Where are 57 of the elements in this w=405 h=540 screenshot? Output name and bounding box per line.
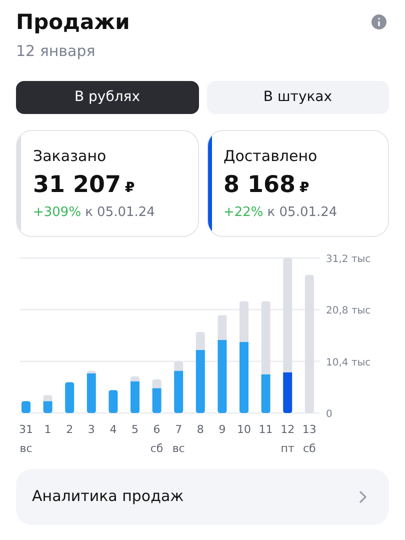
- date-subtitle: 12 января: [16, 41, 96, 62]
- delivered-bar[interactable]: [283, 372, 292, 412]
- tab[interactable]: В рублях: [16, 80, 198, 114]
- day-label: 10: [237, 422, 251, 436]
- ordered-bar[interactable]: [152, 378, 162, 388]
- ordered-bar[interactable]: [261, 300, 270, 374]
- ordered-bar[interactable]: [43, 394, 52, 401]
- ordered-bar[interactable]: [218, 314, 227, 340]
- day-label: 13 сб: [302, 422, 316, 454]
- delivered-bar[interactable]: [130, 380, 140, 412]
- delivered-bar[interactable]: [174, 370, 184, 412]
- card-label: Заказано: [33, 146, 108, 166]
- day-label: 3: [88, 422, 95, 436]
- stat-card[interactable]: Заказано 31 207 ₽ +309% к 05.01.24: [16, 130, 198, 236]
- delivered-bar[interactable]: [196, 349, 205, 412]
- change-percent: +309%: [33, 204, 82, 222]
- stat-card[interactable]: Доставлено 8 168 ₽ +22% к 05.01.24: [206, 130, 389, 236]
- day-label: 2: [66, 422, 74, 436]
- compare-date: к 05.01.24: [267, 204, 338, 222]
- currency-sign: ₽: [125, 179, 135, 198]
- ordered-bar[interactable]: [240, 300, 248, 342]
- delivered-bar[interactable]: [218, 339, 227, 412]
- delivered-bar[interactable]: [261, 374, 270, 412]
- day-label: 11: [258, 422, 273, 436]
- ordered-bar[interactable]: [86, 370, 96, 373]
- compare-date: к 05.01.24: [85, 204, 155, 222]
- day-label: 12 пт: [280, 422, 295, 454]
- day-label: 5: [132, 422, 138, 436]
- axis-label: 0: [326, 408, 332, 420]
- delivered-bar[interactable]: [43, 400, 52, 412]
- analytics-link[interactable]: Аналитика продаж: [16, 468, 389, 524]
- delivered-bar[interactable]: [108, 390, 118, 412]
- ordered-bar[interactable]: [304, 274, 314, 412]
- info-icon[interactable]: [369, 12, 389, 32]
- ordered-bar[interactable]: [196, 332, 205, 350]
- axis-label: 10,4 тыс: [326, 356, 371, 368]
- card-value: 31 207: [33, 171, 122, 199]
- axis-label: 20,8 тыс: [326, 305, 371, 316]
- delivered-bar[interactable]: [152, 388, 162, 412]
- card-value: 8 168: [224, 171, 296, 199]
- day-label: 4: [110, 422, 117, 436]
- day-label: 7 вс: [172, 422, 185, 454]
- day-label: 1: [44, 422, 52, 436]
- day-label: 6 сб: [150, 422, 164, 454]
- delivered-bar[interactable]: [22, 400, 30, 412]
- change-percent: +22%: [224, 204, 264, 222]
- page-title: Продажи: [16, 9, 130, 36]
- delivered-bar[interactable]: [86, 372, 96, 412]
- day-label: 31 вс: [19, 422, 33, 454]
- day-label: 9: [218, 422, 226, 436]
- tab[interactable]: В штуках: [206, 80, 389, 114]
- ordered-bar[interactable]: [130, 376, 140, 381]
- day-label: 8: [196, 422, 204, 436]
- card-label: Доставлено: [224, 146, 318, 166]
- currency-sign: ₽: [300, 179, 310, 198]
- axis-label: 31,2 тыс: [326, 254, 371, 264]
- delivered-bar[interactable]: [65, 382, 74, 412]
